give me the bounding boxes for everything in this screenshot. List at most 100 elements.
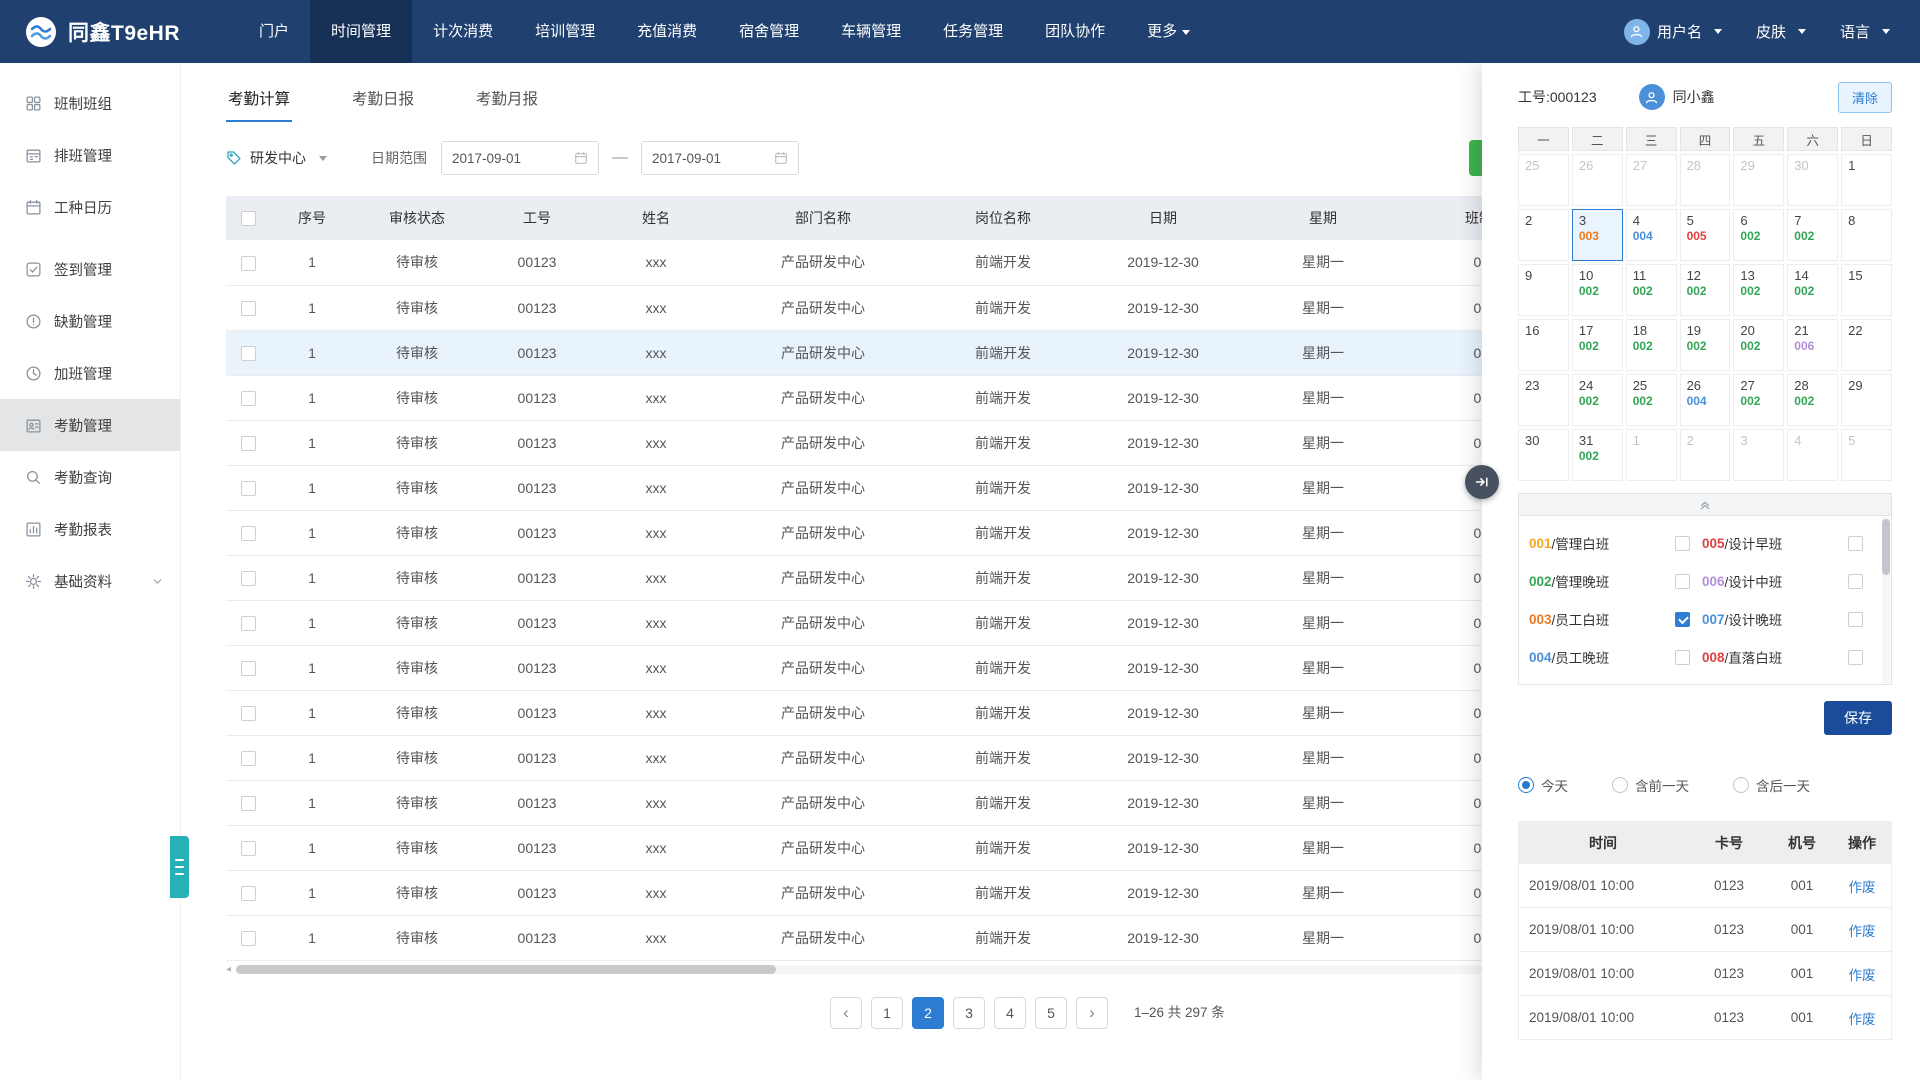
nav-item-1[interactable]: 门户	[238, 0, 310, 63]
table-row[interactable]: 1待审核00123xxx产品研发中心前端开发2019-12-30星期一00123	[226, 510, 1588, 556]
calendar-day[interactable]: 7 002	[1787, 209, 1839, 261]
calendar-day[interactable]: 4 004	[1625, 209, 1677, 261]
calendar-day[interactable]: 25	[1518, 154, 1569, 206]
nav-item-7[interactable]: 车辆管理	[820, 0, 922, 63]
calendar-day[interactable]: 29	[1841, 374, 1892, 426]
shift-checkbox-005[interactable]	[1848, 535, 1863, 551]
scrollbar-track[interactable]	[236, 965, 1482, 974]
nav-item-3[interactable]: 计次消费	[412, 0, 514, 63]
calendar-day[interactable]: 5	[1841, 429, 1892, 481]
row-checkbox[interactable]	[240, 480, 256, 496]
page-button-3[interactable]: 3	[953, 996, 985, 1029]
table-row[interactable]: 1待审核00123xxx产品研发中心前端开发2019-12-30星期一00123	[226, 420, 1588, 466]
calendar-day[interactable]: 27 002	[1733, 374, 1785, 426]
sidebar-item-7[interactable]: 考勤管理	[0, 399, 180, 451]
sidebar-item-8[interactable]: 考勤查询	[0, 451, 180, 503]
table-row[interactable]: 1待审核00123xxx产品研发中心前端开发2019-12-30星期一00123	[226, 645, 1588, 691]
sidebar-item-2[interactable]: 排班管理	[0, 129, 180, 181]
scrollbar-thumb[interactable]	[236, 965, 777, 974]
table-row[interactable]: 1待审核00123xxx产品研发中心前端开发2019-12-30星期一00123	[226, 735, 1588, 781]
table-row[interactable]: 1待审核00123xxx产品研发中心前端开发2019-12-30星期一00123	[226, 870, 1588, 916]
calendar-day[interactable]: 30	[1787, 154, 1839, 206]
sidebar-item-4[interactable]: 签到管理	[0, 243, 180, 295]
shift-collapse-strip[interactable]	[1519, 494, 1891, 516]
row-checkbox[interactable]	[240, 615, 256, 631]
calendar-day[interactable]: 26	[1571, 154, 1623, 206]
nav-item-10[interactable]: 更多	[1126, 0, 1211, 63]
table-row[interactable]: 1待审核00123xxx产品研发中心前端开发2019-12-30星期一00123	[226, 375, 1588, 421]
nav-item-8[interactable]: 任务管理	[922, 0, 1024, 63]
void-link[interactable]: 作废	[1833, 864, 1891, 907]
shift-scrollbar[interactable]	[1882, 517, 1890, 683]
sidebar-item-6[interactable]: 加班管理	[0, 347, 180, 399]
user-menu[interactable]: 用户名	[1623, 18, 1722, 45]
shift-checkbox-006[interactable]	[1848, 573, 1863, 589]
calendar-day[interactable]: 1	[1841, 154, 1892, 206]
calendar-day[interactable]: 26 004	[1679, 374, 1731, 426]
side-helper-tab[interactable]	[170, 836, 189, 898]
calendar-day[interactable]: 11 002	[1625, 264, 1677, 316]
nav-item-4[interactable]: 培训管理	[514, 0, 616, 63]
row-checkbox[interactable]	[240, 840, 256, 856]
calendar-day[interactable]: 18 002	[1625, 319, 1677, 371]
sidebar-item-9[interactable]: 考勤报表	[0, 503, 180, 555]
table-row[interactable]: 1待审核00123xxx产品研发中心前端开发2019-12-30星期一00123	[226, 780, 1588, 826]
date-to-input[interactable]: 2017-09-01	[641, 141, 799, 175]
shift-checkbox-007[interactable]	[1848, 611, 1863, 627]
sidebar-item-10[interactable]: 基础资料	[0, 555, 180, 607]
calendar-day[interactable]: 23	[1518, 374, 1569, 426]
calendar-day[interactable]: 13 002	[1733, 264, 1785, 316]
prev-page-button[interactable]: ‹	[830, 996, 862, 1029]
calendar-day[interactable]: 15	[1841, 264, 1892, 316]
calendar-day[interactable]: 22	[1841, 319, 1892, 371]
row-checkbox[interactable]	[240, 930, 256, 946]
row-checkbox[interactable]	[240, 570, 256, 586]
skin-menu[interactable]: 皮肤	[1756, 21, 1806, 42]
calendar-day[interactable]: 27	[1625, 154, 1677, 206]
row-checkbox[interactable]	[240, 750, 256, 766]
page-button-4[interactable]: 4	[994, 996, 1026, 1029]
table-row[interactable]: 1待审核00123xxx产品研发中心前端开发2019-12-30星期一00123	[226, 690, 1588, 736]
void-link[interactable]: 作废	[1833, 952, 1891, 995]
nav-item-9[interactable]: 团队协作	[1024, 0, 1126, 63]
table-row[interactable]: 1待审核00123xxx产品研发中心前端开发2019-12-30星期一00123	[226, 465, 1588, 511]
nav-item-2[interactable]: 时间管理	[310, 0, 413, 63]
table-row[interactable]: 1待审核00123xxx产品研发中心前端开发2019-12-30星期一00123	[226, 825, 1588, 871]
calendar-day[interactable]: 14 002	[1787, 264, 1839, 316]
tab-1[interactable]: 考勤计算	[226, 81, 293, 122]
calendar-day[interactable]: 30	[1518, 429, 1569, 481]
sidebar-item-1[interactable]: 班制班组	[0, 77, 180, 129]
void-link[interactable]: 作废	[1833, 996, 1891, 1039]
row-checkbox[interactable]	[240, 435, 256, 451]
calendar-day[interactable]: 1	[1625, 429, 1677, 481]
calendar-day[interactable]: 10 002	[1571, 264, 1623, 316]
shift-checkbox-002[interactable]	[1675, 573, 1690, 589]
shift-checkbox-008[interactable]	[1848, 649, 1863, 665]
calendar-day[interactable]: 4	[1787, 429, 1839, 481]
select-all-checkbox[interactable]	[240, 211, 256, 227]
day-scope-radio-3[interactable]: 含后一天	[1733, 775, 1810, 795]
page-button-1[interactable]: 1	[871, 996, 903, 1029]
shift-checkbox-001[interactable]	[1675, 535, 1690, 551]
calendar-day[interactable]: 29	[1733, 154, 1785, 206]
calendar-day[interactable]: 21 006	[1787, 319, 1839, 371]
table-row[interactable]: 1待审核00123xxx产品研发中心前端开发2019-12-30星期一00123	[226, 600, 1588, 646]
calendar-day[interactable]: 28	[1679, 154, 1731, 206]
table-row[interactable]: 1待审核00123xxx产品研发中心前端开发2019-12-30星期一00123	[226, 915, 1588, 961]
page-button-5[interactable]: 5	[1035, 996, 1067, 1029]
sidebar-item-3[interactable]: 工种日历	[0, 181, 180, 233]
shift-scrollbar-thumb[interactable]	[1882, 519, 1890, 575]
void-link[interactable]: 作废	[1833, 908, 1891, 951]
tab-3[interactable]: 考勤月报	[474, 81, 540, 122]
table-row[interactable]: 1待审核00123xxx产品研发中心前端开发2019-12-30星期一00123	[226, 330, 1588, 376]
language-menu[interactable]: 语言	[1840, 21, 1890, 42]
tab-2[interactable]: 考勤日报	[350, 81, 416, 122]
calendar-day[interactable]: 2	[1518, 209, 1569, 261]
calendar-day[interactable]: 2	[1679, 429, 1731, 481]
next-page-button[interactable]: ›	[1076, 996, 1108, 1029]
calendar-day[interactable]: 20 002	[1733, 319, 1785, 371]
calendar-day[interactable]: 3	[1733, 429, 1785, 481]
calendar-day[interactable]: 16	[1518, 319, 1569, 371]
calendar-day[interactable]: 28 002	[1787, 374, 1839, 426]
panel-collapse-button[interactable]	[1465, 465, 1499, 499]
